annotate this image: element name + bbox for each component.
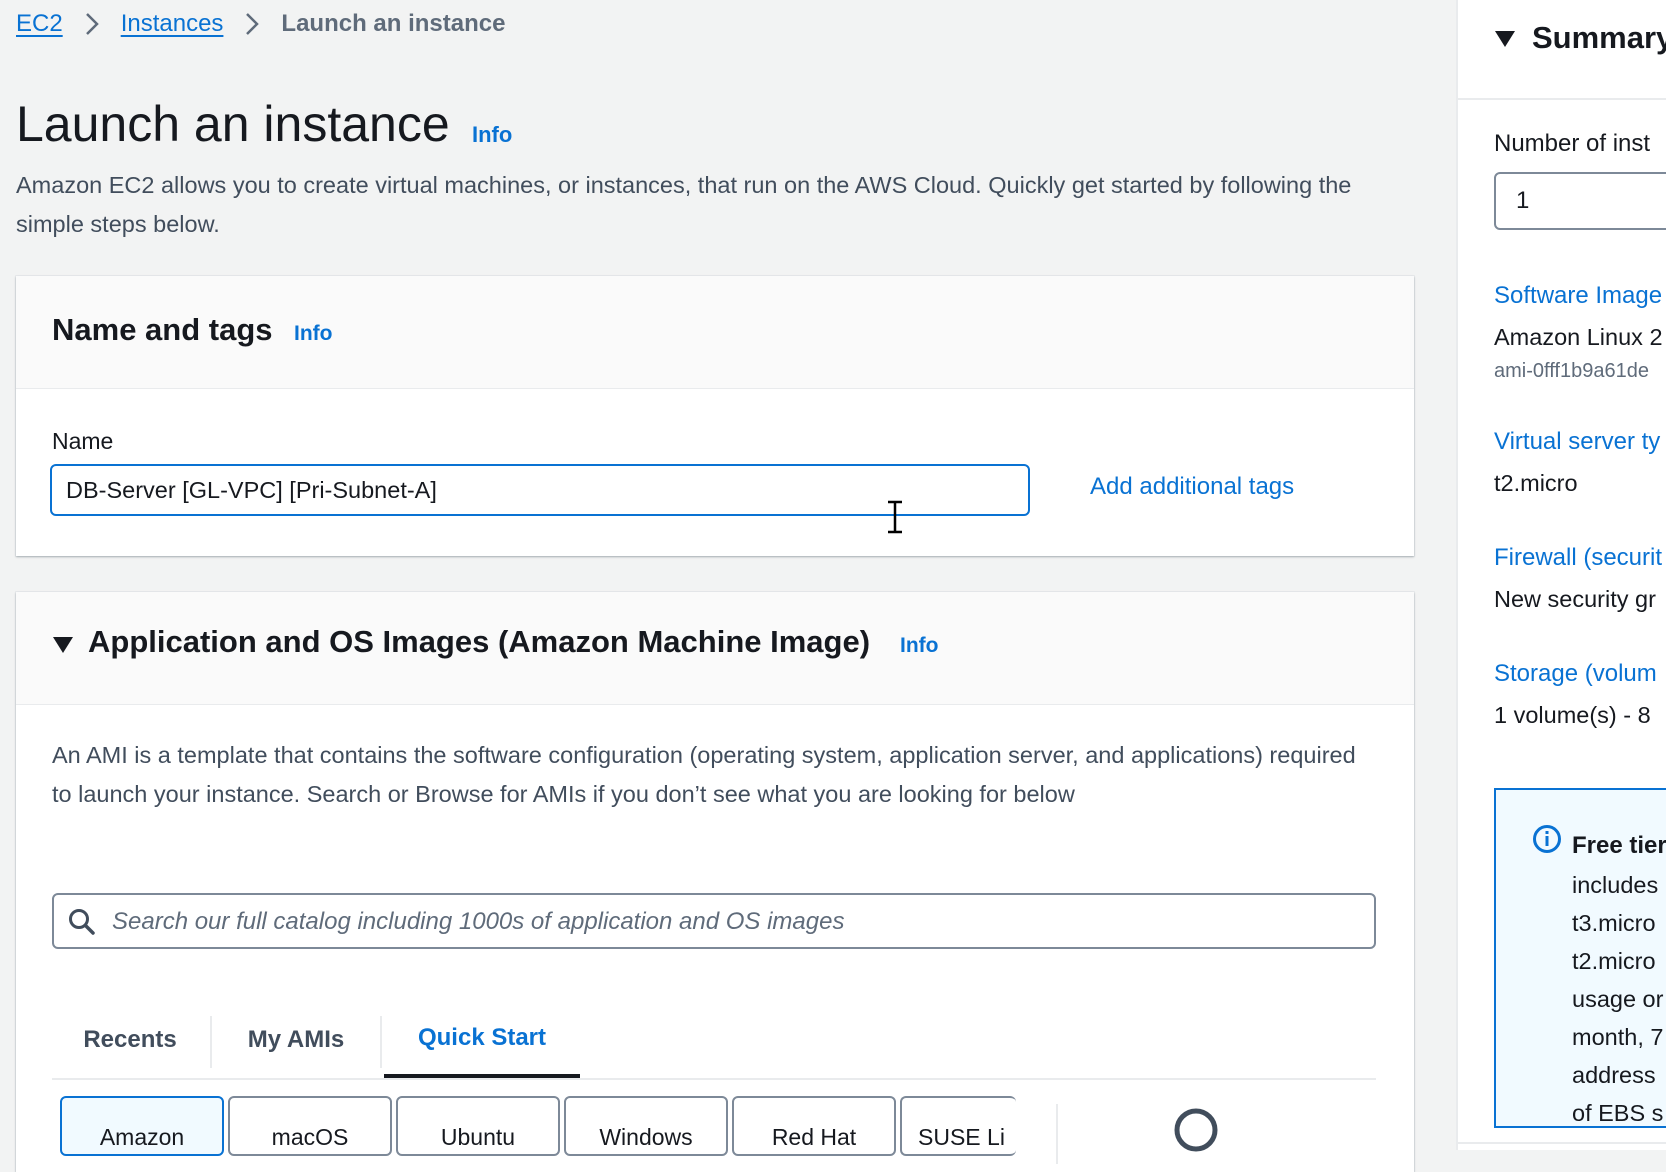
free-tier-line: of EBS s: [1572, 1100, 1664, 1126]
virtual-server-type-link[interactable]: Virtual server ty: [1494, 428, 1660, 456]
firewall-link[interactable]: Firewall (securit: [1494, 544, 1662, 572]
os-option-macos[interactable]: macOS: [228, 1096, 392, 1156]
ami-panel: Application and OS Images (Amazon Machin…: [16, 592, 1414, 1172]
name-and-tags-header: Name and tags Info: [16, 276, 1414, 389]
chevron-right-icon: [85, 12, 99, 36]
ami-tabs: Recents My AMIs Quick Start: [52, 1002, 1376, 1080]
firewall-value: New security gr: [1494, 586, 1656, 612]
ami-search-box: [52, 893, 1376, 949]
os-option-red-hat[interactable]: Red Hat: [732, 1096, 896, 1156]
tab-quick-start[interactable]: Quick Start: [384, 1002, 580, 1078]
chevron-right-icon: [245, 12, 260, 36]
free-tier-line: t2.micro: [1572, 948, 1656, 974]
number-of-instances-label: Number of inst: [1494, 130, 1651, 157]
breadcrumb-instances-link[interactable]: Instances: [121, 10, 224, 38]
free-tier-title: Free tier: [1572, 832, 1666, 859]
page-info-link[interactable]: Info: [472, 122, 512, 148]
page-title: Launch an instance: [16, 96, 450, 152]
tab-divider: [210, 1016, 212, 1068]
tab-recents[interactable]: Recents: [52, 1002, 208, 1078]
software-image-id: ami-0fff1b9a61de: [1494, 360, 1649, 382]
name-and-tags-info-link[interactable]: Info: [294, 322, 332, 346]
free-tier-line: t3.micro: [1572, 910, 1656, 936]
os-option-windows[interactable]: Windows: [564, 1096, 728, 1156]
free-tier-line: usage or: [1572, 986, 1664, 1012]
number-of-instances-input[interactable]: [1494, 172, 1666, 230]
breadcrumb-ec2-link[interactable]: EC2: [16, 10, 63, 38]
software-image-value: Amazon Linux 2: [1494, 324, 1663, 350]
software-image-link[interactable]: Software Image: [1494, 282, 1662, 310]
ami-search-input[interactable]: [110, 895, 1354, 949]
ami-title: Application and OS Images (Amazon Machin…: [88, 624, 871, 659]
free-tier-line: address: [1572, 1062, 1656, 1088]
virtual-server-type-value: t2.micro: [1494, 470, 1578, 496]
summary-header: Summary: [1458, 0, 1666, 100]
storage-value: 1 volume(s) - 8: [1494, 702, 1651, 728]
free-tier-alert: Free tier includes t3.micro t2.micro usa…: [1494, 788, 1666, 1128]
tab-my-amis[interactable]: My AMIs: [214, 1002, 378, 1078]
ami-header: Application and OS Images (Amazon Machin…: [16, 592, 1414, 705]
name-and-tags-title: Name and tags: [52, 312, 273, 347]
name-and-tags-panel: Name and tags Info Name Add additional t…: [16, 276, 1414, 556]
search-icon: [68, 908, 96, 941]
free-tier-line: includes: [1572, 872, 1659, 898]
tab-divider: [380, 1016, 382, 1068]
ami-description: An AMI is a template that contains the s…: [52, 742, 1356, 807]
free-tier-line: month, 7: [1572, 1024, 1664, 1050]
name-input[interactable]: [50, 464, 1030, 516]
breadcrumb-current: Launch an instance: [281, 10, 506, 37]
storage-link[interactable]: Storage (volum: [1494, 660, 1657, 688]
summary-title: Summary: [1532, 20, 1666, 55]
info-circle-icon: [1532, 824, 1562, 859]
os-option-amazon[interactable]: Amazon: [60, 1096, 224, 1156]
summary-panel: Summary Number of inst Software Image Am…: [1456, 0, 1666, 1150]
collapse-triangle-icon[interactable]: [1494, 30, 1516, 53]
page-description: Amazon EC2 allows you to create virtual …: [16, 172, 1352, 237]
add-additional-tags-link[interactable]: Add additional tags: [1090, 473, 1294, 501]
name-field-label: Name: [52, 428, 114, 454]
breadcrumb: EC2 Instances Launch an instance: [16, 4, 505, 44]
os-option-suse[interactable]: SUSE Li: [900, 1096, 1016, 1156]
collapse-triangle-icon[interactable]: [52, 636, 74, 659]
os-option-ubuntu[interactable]: Ubuntu: [396, 1096, 560, 1156]
text-cursor-icon: [888, 500, 902, 534]
ami-info-link[interactable]: Info: [900, 634, 938, 658]
browse-more-icon[interactable]: [1172, 1106, 1220, 1159]
os-divider: [1056, 1104, 1058, 1164]
summary-footer-edge: [1458, 1142, 1666, 1150]
